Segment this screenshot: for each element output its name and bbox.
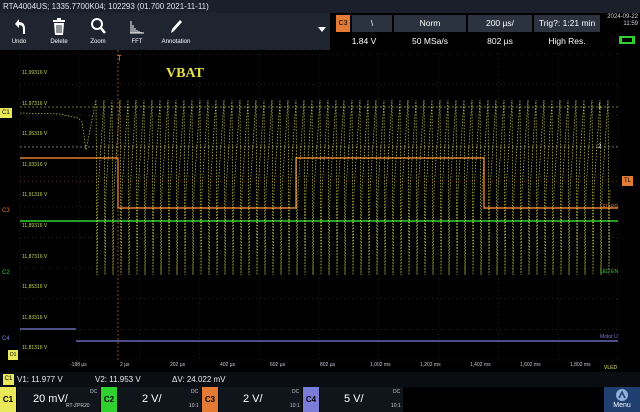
x-axis-label: 1,802 ms — [570, 362, 591, 368]
led-en-label: LED EN — [600, 269, 619, 275]
x-axis-label: -198 µs — [70, 362, 87, 368]
trigger-mode[interactable]: Norm — [394, 15, 466, 32]
x-axis-label: 1,602 ms — [520, 362, 541, 368]
undo-button[interactable]: Undo — [0, 13, 38, 50]
trigger-time: Trig?: 1:21 min — [534, 15, 600, 32]
c2-marker[interactable]: C2 — [0, 268, 12, 278]
menu-label: Menu — [613, 402, 631, 409]
vled-label: VLED — [604, 365, 618, 371]
y-axis-label: 11,93316 V — [22, 161, 48, 168]
cursor-channel: C1 — [3, 374, 14, 385]
channel-4-probe: 10:1 — [391, 403, 401, 409]
c1-trace — [19, 99, 611, 276]
undo-label: Undo — [11, 39, 27, 45]
chevron-down-icon[interactable] — [318, 27, 326, 32]
trash-icon — [53, 18, 65, 35]
c1-marker[interactable]: C1 — [0, 108, 12, 118]
x-axis-label: 402 µs — [220, 362, 236, 368]
channel-3-coupling: DC — [292, 389, 300, 395]
datetime: 2024-09-22 11:59 — [607, 14, 638, 28]
x-axis-label: 202 µs — [170, 362, 186, 368]
waveform-area[interactable]: 11,99316 V 11,97316 V 11,95316 V 11,93316 V… — [0, 50, 640, 372]
trigger-source[interactable]: C3 — [336, 15, 350, 32]
annotation-label: Annotation — [161, 39, 191, 45]
trigger-level-marker[interactable]: TL — [622, 176, 634, 186]
cursor-v2: V2: 11.953 V — [95, 375, 141, 384]
channel-1[interactable]: C1 20 mV/ DC RT-ZPR20 — [0, 387, 100, 412]
x-axis-label: 602 µs — [270, 362, 286, 368]
x-axis-label: 802 µs — [320, 362, 336, 368]
waveform-label: VBAT — [166, 66, 204, 81]
menu-button[interactable]: Menu — [604, 387, 640, 412]
y-axis-label: 11,95316 V — [22, 131, 48, 138]
channel-3-tag: C3 — [202, 387, 218, 412]
zoom-icon — [91, 18, 106, 34]
channel-1-tag: C1 — [0, 387, 16, 412]
cursor-2-marker[interactable]: 2 — [596, 142, 603, 152]
rs-logo-icon — [616, 389, 628, 401]
y-axis-label: 11,85316 V — [22, 284, 48, 291]
delete-label: Delete — [50, 39, 68, 45]
x-axis-label: 2 µs — [120, 362, 130, 368]
channel-1-coupling: DC — [90, 389, 98, 395]
y-axis-label: 11,81316 V — [22, 345, 48, 352]
zoom-label: Zoom — [90, 39, 106, 45]
channel-4-tag: C4 — [303, 387, 319, 412]
zoom-button[interactable]: Zoom — [79, 13, 117, 50]
d1-marker[interactable]: D1 — [8, 350, 19, 360]
y-axis-label: 11,83316 V — [22, 314, 48, 321]
pencil-icon — [171, 20, 182, 33]
trigger-slope[interactable]: \ — [352, 15, 392, 32]
channel-4-coupling: DC — [393, 389, 401, 395]
time: 11:59 — [623, 21, 638, 27]
channel-3-probe: 10:1 — [290, 403, 300, 409]
channel-1-probe: RT-ZPR20 — [66, 403, 90, 409]
delete-button[interactable]: Delete — [40, 13, 78, 50]
channel-bar: C1 20 mV/ DC RT-ZPR20 C2 2 V/ DC 10:1 C3… — [0, 387, 640, 412]
cursor-delta-v: ΔV: 24.022 mV — [172, 375, 226, 384]
channel-2-coupling: DC — [191, 389, 199, 395]
traces — [19, 99, 618, 342]
sample-rate: 50 MSa/s — [394, 33, 466, 50]
waveform-canvas — [19, 50, 619, 361]
c4-marker[interactable]: C4 — [0, 334, 12, 344]
y-axis-label: 11,91316 V — [22, 192, 48, 199]
grid-lines — [19, 50, 619, 361]
undo-icon — [15, 19, 25, 34]
x-axis-label: 1,402 ms — [470, 362, 491, 368]
cursor-readout: C1 V1: 11.977 V V2: 11.953 V ΔV: 24.022 … — [0, 372, 640, 387]
horizontal-offset[interactable]: 802 µs — [468, 33, 532, 50]
y-axis-label: 11,99316 V — [22, 70, 48, 76]
window-title: RTA4004US; 1335.7700K04; 102293 (01.700 … — [0, 0, 640, 13]
cursor-v1: V1: 11.977 V — [17, 375, 63, 384]
toolbar: Undo Delete Zoom FFT Annotation — [0, 13, 330, 50]
timebase[interactable]: 200 µs/ — [468, 15, 532, 32]
acquisition-resolution[interactable]: High Res. — [534, 33, 600, 50]
trigger-position-marker[interactable]: T — [115, 54, 124, 64]
x-axis-label: 1,002 ms — [370, 362, 391, 368]
fft-icon — [130, 21, 144, 34]
fft-button[interactable]: FFT — [118, 13, 156, 50]
date: 2024-09-22 — [607, 14, 638, 20]
channel-3[interactable]: C3 2 V/ DC 10:1 — [202, 387, 302, 412]
c3-marker[interactable]: C3 — [0, 206, 12, 216]
y-axis-label: 11,97316 V — [22, 100, 48, 107]
y-axis-label: 11,87316 V — [22, 253, 48, 260]
channel-2-probe: 10:1 — [189, 403, 199, 409]
cursor-1-marker[interactable]: 1 — [596, 102, 603, 112]
x-axis-label: 1,202 ms — [420, 362, 441, 368]
channel-2-tag: C2 — [101, 387, 117, 412]
network-icon — [619, 36, 635, 44]
led-pg-label: LED PG — [600, 204, 619, 210]
acquisition-panel: C3 \ Norm 200 µs/ Trig?: 1:21 min 1.84 V… — [330, 13, 640, 50]
motor-u-label: Motor U — [600, 334, 618, 340]
channel-4[interactable]: C4 5 V/ DC 10:1 — [303, 387, 403, 412]
annotation-button[interactable]: Annotation — [157, 13, 195, 50]
channel-2[interactable]: C2 2 V/ DC 10:1 — [101, 387, 201, 412]
trigger-level[interactable]: 1.84 V — [336, 33, 392, 50]
fft-label: FFT — [131, 39, 143, 45]
y-axis-label: 11,89316 V — [22, 223, 48, 229]
